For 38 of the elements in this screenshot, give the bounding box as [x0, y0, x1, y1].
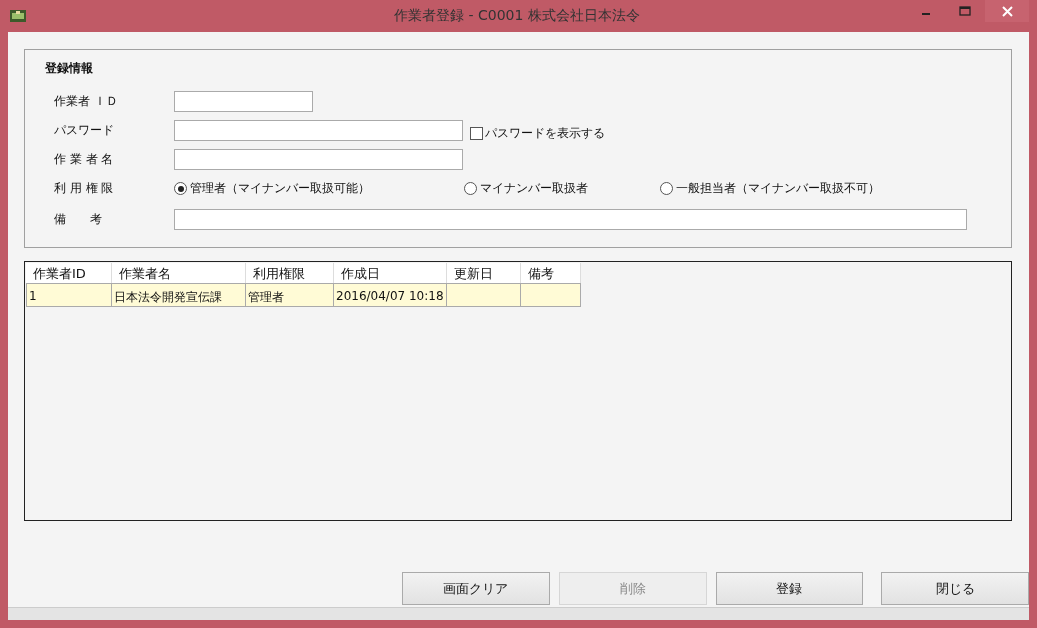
radio-label[interactable]: 管理者（マイナンバー取扱可能） [190, 180, 370, 197]
column-header[interactable]: 作成日 [334, 263, 447, 283]
column-header[interactable]: 作業者ID [26, 263, 112, 283]
table-cell[interactable]: 管理者 [246, 283, 334, 307]
field-label: 利 用 権 限 [53, 180, 115, 197]
column-header[interactable]: 作業者名 [112, 263, 246, 283]
section-title: 登録情報 [45, 60, 94, 77]
password-field[interactable] [174, 120, 463, 141]
permission-radio[interactable] [464, 182, 477, 195]
worker-name-field[interactable] [174, 149, 463, 170]
table-cell[interactable]: 2016/04/07 10:18 [334, 283, 447, 307]
action-button[interactable]: 閉じる [881, 572, 1029, 605]
field-label: 作 業 者 名 [53, 151, 115, 168]
app-icon [10, 10, 26, 22]
column-header[interactable]: 利用権限 [246, 263, 334, 283]
permission-radio[interactable] [660, 182, 673, 195]
worker-id-field[interactable] [174, 91, 313, 112]
permission-radio[interactable] [174, 182, 187, 195]
radio-label[interactable]: マイナンバー取扱者 [480, 180, 588, 197]
table-cell[interactable]: 日本法令開発宣伝課 [112, 283, 246, 307]
radio-label[interactable]: 一般担当者（マイナンバー取扱不可） [676, 180, 880, 197]
action-button[interactable]: 画面クリア [402, 572, 550, 605]
column-header[interactable]: 更新日 [447, 263, 521, 283]
field-label: パスワード [53, 122, 115, 139]
close-button[interactable] [985, 0, 1029, 22]
column-header[interactable]: 備考 [521, 263, 581, 283]
remarks-field[interactable] [174, 208, 967, 230]
checkbox-label[interactable]: パスワードを表示する [485, 124, 605, 142]
maximize-icon[interactable] [959, 6, 971, 16]
table-cell[interactable] [447, 283, 521, 307]
action-button[interactable]: 登録 [715, 572, 864, 605]
close-icon [1001, 5, 1013, 17]
table-cell[interactable] [521, 283, 581, 307]
field-label: 備 考 [53, 210, 103, 228]
table-cell[interactable]: 1 [26, 283, 112, 307]
show-password-checkbox[interactable] [470, 126, 483, 140]
window-title: 作業者登録 - C0001 株式会社日本法令 [394, 7, 640, 25]
field-label: 作業者 ＩＤ [53, 93, 119, 110]
